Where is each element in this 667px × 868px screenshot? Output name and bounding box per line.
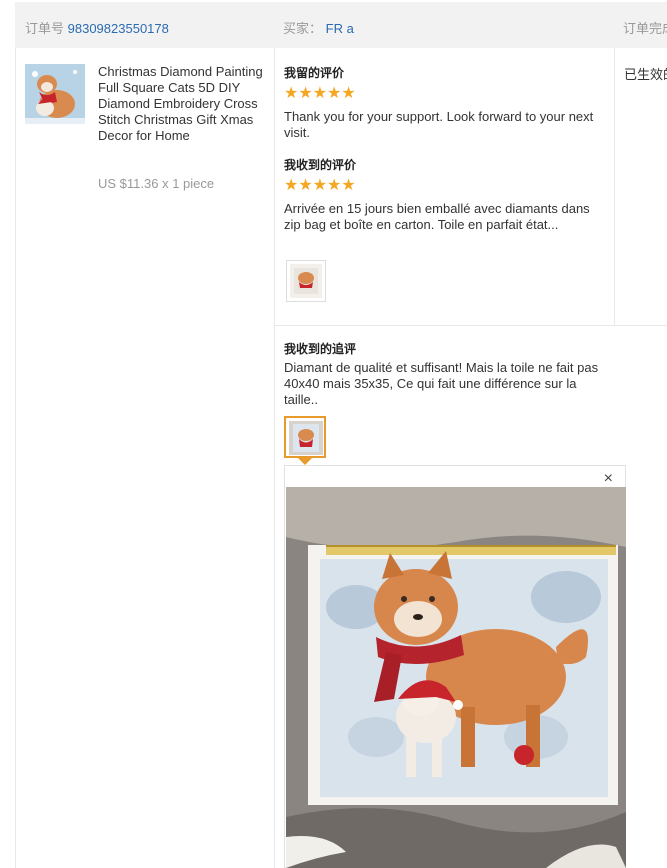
- followup-review: 我收到的追评 Diamant de qualité et suffisant! …: [284, 341, 606, 408]
- product-title-link[interactable]: Christmas Diamond Painting Full Square C…: [98, 64, 268, 144]
- review-photo-large: [286, 487, 626, 868]
- my-review: 我留的评价 ★★★★★ Thank you for your support. …: [284, 65, 606, 141]
- selected-indicator: [298, 458, 312, 465]
- buyer-cell: 买家： FR a: [283, 18, 354, 37]
- order-label: 订单号: [25, 21, 65, 36]
- column-divider: [614, 48, 615, 326]
- my-review-text: Thank you for your support. Look forward…: [284, 109, 594, 140]
- order-number-cell: 订单号 98309823550178: [25, 18, 169, 37]
- status-text: 已生效的: [624, 67, 667, 82]
- photo-viewer: ×: [284, 465, 626, 868]
- close-icon[interactable]: ×: [604, 470, 613, 488]
- status-header: 订单完成: [623, 21, 667, 36]
- my-review-heading: 我留的评价: [284, 66, 345, 80]
- followup-review-text: Diamant de qualité et suffisant! Mais la…: [284, 360, 599, 407]
- row-border-left: [15, 48, 16, 868]
- buyer-label: 买家：: [283, 21, 323, 36]
- column-divider: [274, 48, 275, 868]
- product-thumbnail[interactable]: [25, 64, 85, 124]
- received-review-stars: ★★★★★: [284, 177, 356, 194]
- followup-photo-thumbnail[interactable]: [284, 416, 326, 458]
- followup-review-heading: 我收到的追评: [284, 342, 357, 356]
- received-review-heading: 我收到的评价: [284, 158, 357, 172]
- received-review: 我收到的评价 ★★★★★ Arrivée en 15 jours bien em…: [284, 157, 606, 233]
- order-header: 订单号 98309823550178 买家： FR a 订单完成: [15, 2, 667, 48]
- order-number-link[interactable]: 98309823550178: [68, 21, 169, 36]
- my-review-stars: ★★★★★: [284, 85, 356, 102]
- product-price: US $11.36 x 1 piece: [98, 176, 215, 191]
- review-divider: [274, 325, 667, 326]
- buyer-name-link[interactable]: FR a: [326, 21, 354, 36]
- review-photo-thumbnail[interactable]: [286, 260, 326, 302]
- received-review-text: Arrivée en 15 jours bien emballé avec di…: [284, 201, 590, 232]
